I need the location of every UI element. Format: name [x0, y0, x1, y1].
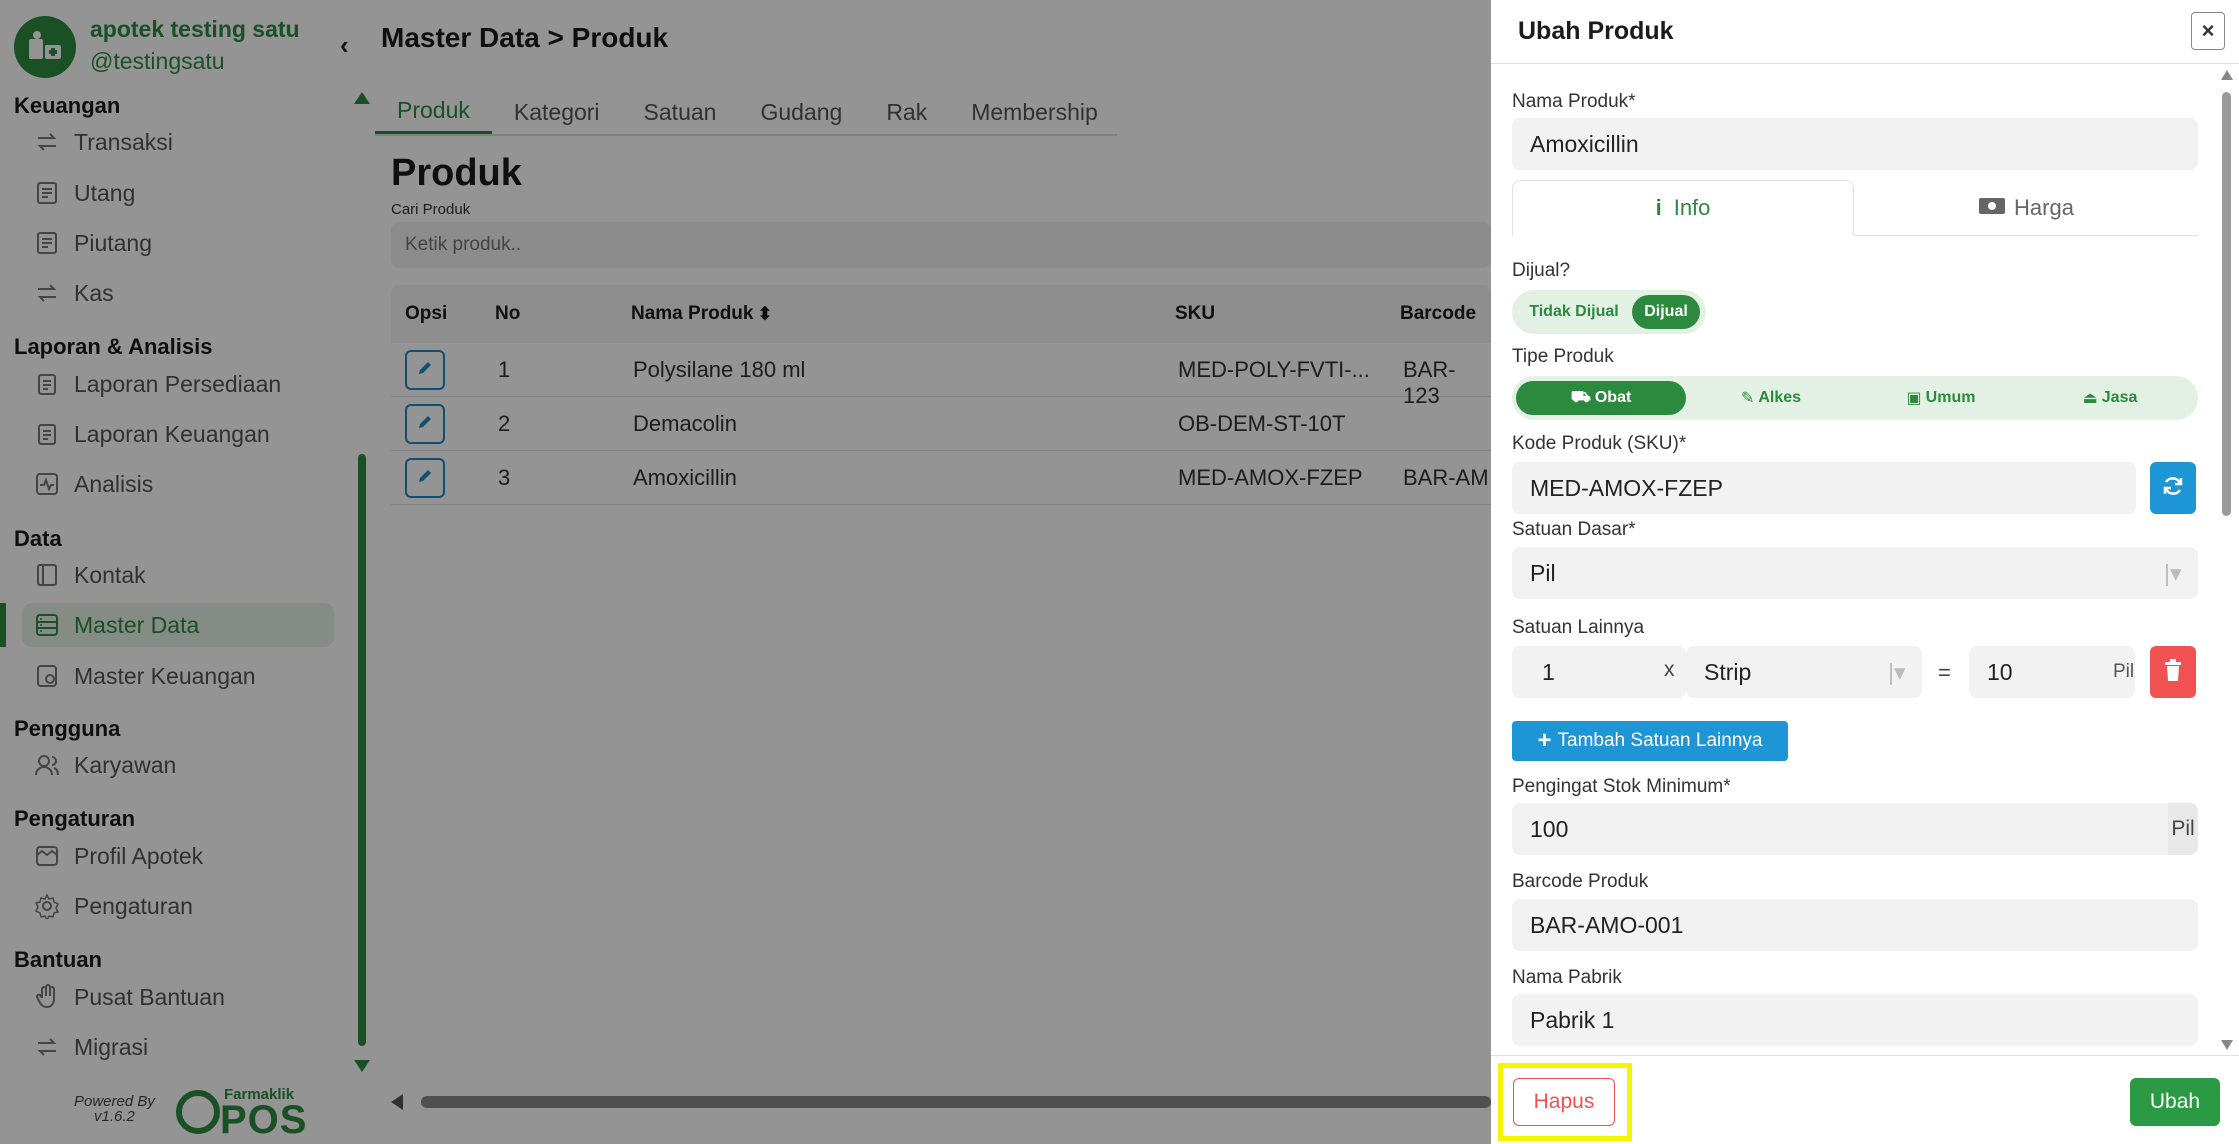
- modal-scrollbar[interactable]: [2219, 70, 2235, 1050]
- satuan-lainnya-qty-input[interactable]: 1 x: [1512, 646, 1686, 698]
- scroll-up-icon[interactable]: [2221, 70, 2233, 80]
- tab-harga-label: Harga: [2014, 195, 2074, 220]
- tipe-obat-option[interactable]: ⛟ Obat: [1516, 381, 1686, 415]
- delete-button[interactable]: Hapus: [1513, 1078, 1615, 1126]
- close-icon: ×: [2201, 18, 2215, 43]
- stok-min-label: Pengingat Stok Minimum*: [1512, 776, 1731, 797]
- modal-footer: Hapus Ubah: [1491, 1055, 2239, 1144]
- tipe-alkes-label: Alkes: [1758, 389, 1802, 406]
- add-unit-button[interactable]: + Tambah Satuan Lainnya: [1512, 721, 1788, 761]
- eject-icon: ⏏: [2082, 390, 2098, 407]
- refresh-icon: [2162, 475, 2184, 502]
- stok-min-unit: Pil: [2168, 803, 2198, 855]
- delete-unit-button[interactable]: [2150, 646, 2196, 698]
- stok-min-input[interactable]: 100 Pil: [1512, 803, 2198, 855]
- tipe-jasa-option[interactable]: ⏏ Jasa: [2026, 381, 2194, 415]
- scroll-down-icon[interactable]: [2221, 1040, 2233, 1050]
- tipe-produk-label: Tipe Produk: [1512, 346, 1614, 367]
- tipe-produk-toggle: ⛟ Obat ✎ Alkes ▣ Umum ⏏ Jasa: [1512, 376, 2198, 420]
- satuan-lainnya-label: Satuan Lainnya: [1512, 617, 1645, 638]
- save-button[interactable]: Ubah: [2130, 1078, 2220, 1126]
- satuan-lainnya-qty: 1: [1542, 658, 1555, 685]
- car-icon: ⛟: [1570, 389, 1591, 406]
- barcode-label: Barcode Produk: [1512, 871, 1649, 892]
- tipe-obat-label: Obat: [1594, 389, 1632, 406]
- trash-icon: [2164, 658, 2182, 686]
- plus-icon: +: [1537, 727, 1552, 754]
- tipe-alkes-option[interactable]: ✎ Alkes: [1686, 381, 1856, 415]
- satuan-dasar-value: Pil: [1530, 559, 1556, 586]
- dijual-label: Dijual?: [1512, 260, 1571, 281]
- pencil-icon: ✎: [1740, 390, 1755, 407]
- barcode-input[interactable]: BAR-AMO-001: [1512, 899, 2198, 951]
- modal-title: Ubah Produk: [1518, 17, 1674, 45]
- scroll-thumb[interactable]: [2222, 92, 2231, 516]
- equals-sign: =: [1938, 660, 1951, 685]
- gift-icon: ▣: [1906, 390, 1922, 407]
- sku-label: Kode Produk (SKU)*: [1512, 433, 1687, 454]
- satuan-lainnya-conv: 10: [1987, 658, 2013, 685]
- tipe-jasa-label: Jasa: [2101, 389, 2138, 406]
- stok-min-value: 100: [1530, 815, 1569, 842]
- modal-body: Nama Produk* Amoxicillin i Info Harga Di…: [1491, 64, 2239, 1054]
- generate-sku-button[interactable]: [2150, 462, 2196, 514]
- tab-harga[interactable]: Harga: [1854, 180, 2198, 236]
- conv-unit: Pil: [2113, 661, 2135, 682]
- chevron-down-icon: |▾: [2164, 559, 2182, 586]
- chevron-down-icon: |▾: [1888, 658, 1906, 685]
- satuan-dasar-select[interactable]: Pil |▾: [1512, 547, 2198, 599]
- tidak-dijual-option[interactable]: Tidak Dijual: [1516, 295, 1632, 329]
- satuan-dasar-label: Satuan Dasar*: [1512, 519, 1636, 540]
- info-icon: i: [1655, 195, 1662, 220]
- product-tabs: i Info Harga: [1512, 180, 2198, 236]
- pabrik-label: Nama Pabrik: [1512, 967, 1622, 988]
- satuan-lainnya-unit: Strip: [1704, 658, 1752, 685]
- dijual-option[interactable]: Dijual: [1632, 295, 1700, 329]
- modal-header: Ubah Produk ×: [1491, 0, 2239, 64]
- tab-info-label: Info: [1673, 195, 1711, 220]
- tipe-umum-option[interactable]: ▣ Umum: [1856, 381, 2026, 415]
- edit-product-modal: Ubah Produk × Nama Produk* Amoxicillin i…: [1491, 0, 2239, 1144]
- satuan-lainnya-unit-select[interactable]: Strip |▾: [1686, 646, 1922, 698]
- tab-info[interactable]: i Info: [1512, 180, 1854, 236]
- satuan-lainnya-conv-input[interactable]: 10 Pil: [1969, 646, 2135, 698]
- add-unit-label: Tambah Satuan Lainnya: [1557, 730, 1763, 751]
- multiply-sign: x: [1664, 658, 1675, 681]
- tipe-umum-label: Umum: [1925, 389, 1976, 406]
- sku-input[interactable]: MED-AMOX-FZEP: [1512, 462, 2136, 514]
- pabrik-input[interactable]: Pabrik 1: [1512, 994, 2198, 1046]
- modal-backdrop[interactable]: [0, 0, 1491, 1144]
- dijual-toggle: Tidak Dijual Dijual: [1512, 290, 1706, 334]
- nama-produk-label: Nama Produk*: [1512, 91, 1636, 112]
- money-icon: [1978, 195, 2006, 221]
- close-button[interactable]: ×: [2191, 12, 2225, 50]
- nama-produk-input[interactable]: Amoxicillin: [1512, 118, 2198, 170]
